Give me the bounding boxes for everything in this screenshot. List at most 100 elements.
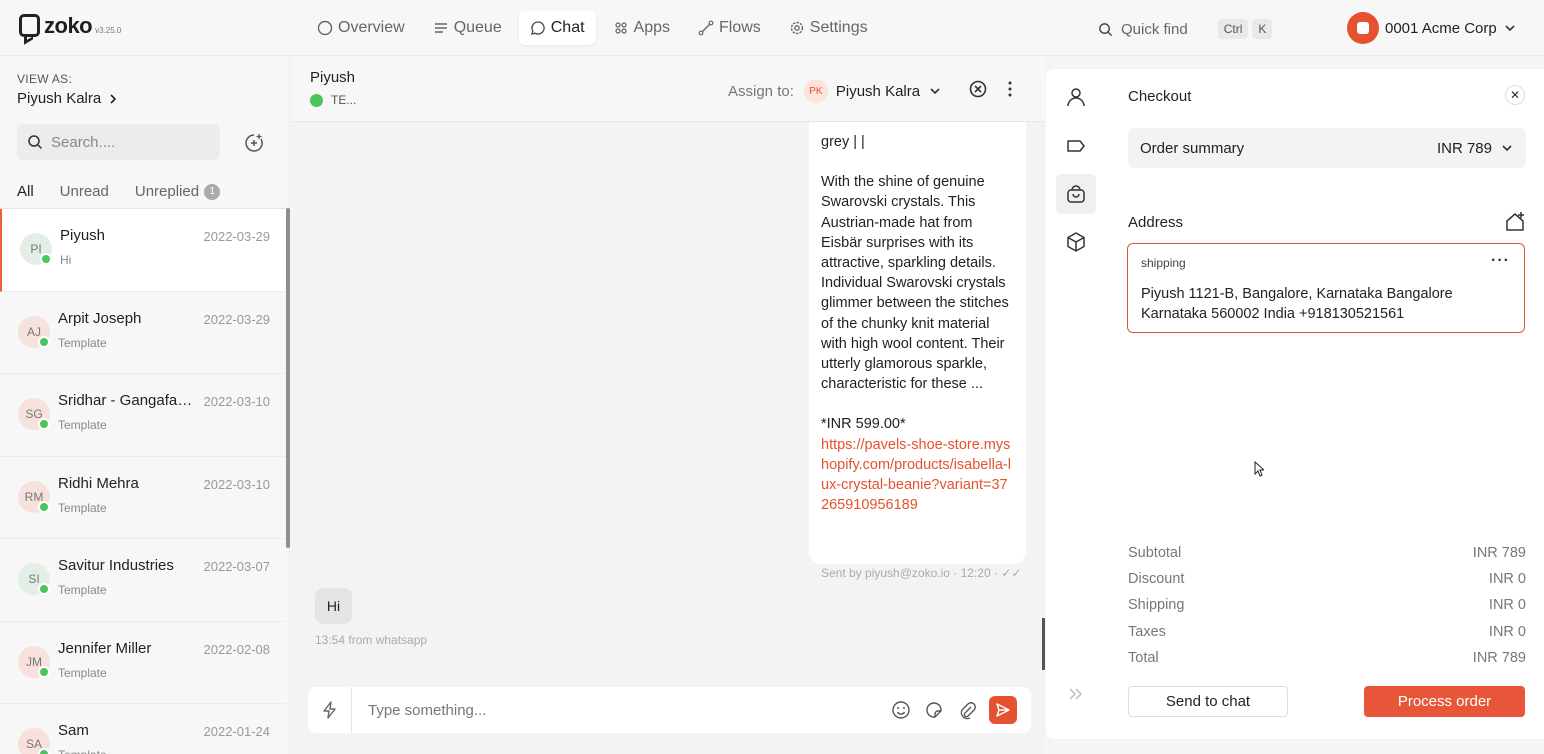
conversation-preview: Template (58, 335, 107, 350)
quick-find[interactable]: Quick find Ctrl K (1090, 14, 1305, 44)
nav-overview[interactable]: Overview (306, 11, 416, 45)
assign-label: Assign to: (728, 82, 794, 100)
nav-label: Chat (550, 19, 585, 36)
assignee-avatar: PK (803, 79, 828, 103)
new-chat-icon[interactable] (243, 132, 265, 154)
total-label: Subtotal (1128, 545, 1182, 561)
conversation-item[interactable]: JM Jennifer Miller 2022-02-08 Template (0, 621, 286, 704)
nav-chat[interactable]: Chat (518, 11, 596, 45)
conversation-date: 2022-01-24 (203, 724, 271, 739)
order-summary-label: Order summary (1140, 139, 1245, 157)
whatsapp-icon (38, 335, 50, 348)
assignee-dropdown[interactable]: PK Piyush Kalra (803, 79, 942, 103)
conversation-name: Arpit Joseph (58, 309, 142, 327)
total-row-taxes: Taxes INR 0 (1128, 624, 1526, 650)
quick-find-label: Quick find (1121, 20, 1188, 38)
nav-flows[interactable]: Flows (687, 11, 772, 45)
tab-label: Unread (59, 183, 109, 200)
chevron-right-icon (110, 93, 117, 104)
address-more-options-icon[interactable]: ··· (1491, 252, 1510, 270)
mouse-cursor-icon (1254, 461, 1264, 477)
checkout-title: Checkout (1128, 88, 1192, 105)
account-avatar (1347, 12, 1379, 44)
main-nav: Overview Queue Chat Apps Flows Settings (306, 11, 879, 45)
total-value: INR 789 (1472, 545, 1526, 561)
chevron-down-icon (930, 88, 940, 95)
chat-scrollbar[interactable] (1042, 618, 1045, 670)
view-as-selector[interactable]: Piyush Kalra (17, 90, 119, 107)
conversation-list-scrollbar[interactable] (286, 208, 290, 548)
tag-icon[interactable] (1056, 126, 1096, 166)
conversation-name: Sam (58, 722, 89, 739)
expand-panel-icon[interactable] (1066, 684, 1086, 704)
sticker-icon[interactable] (923, 699, 945, 721)
conversation-date: 2022-03-29 (203, 229, 271, 244)
conversation-preview: Template (58, 500, 107, 515)
search-input[interactable]: Search.... (17, 124, 220, 160)
conversation-item[interactable]: SI Savitur Industries 2022-03-07 Template (0, 539, 286, 622)
tab-unread[interactable]: Unread (60, 183, 109, 210)
view-as-label: VIEW AS: (17, 72, 73, 86)
order-totals: Subtotal INR 789 Discount INR 0 Shipping INR … (1128, 545, 1526, 676)
conversation-item[interactable]: AJ Arpit Joseph 2022-03-29 Template (0, 291, 286, 374)
total-row-subtotal: Subtotal INR 789 (1128, 545, 1526, 571)
conversation-preview: Template (58, 665, 107, 680)
nav-queue[interactable]: Queue (422, 11, 513, 45)
shortcut-key-k: K (1252, 19, 1273, 39)
send-to-chat-button[interactable]: Send to chat (1128, 686, 1288, 717)
conversation-date: 2022-03-29 (203, 311, 271, 327)
product-link[interactable]: https://pavels-shoe-store.myshopify.com/… (821, 435, 1014, 516)
tab-unreplied[interactable]: Unreplied 1 (135, 183, 221, 210)
nav-label: Flows (719, 19, 761, 36)
gear-icon (790, 21, 803, 35)
view-as-name: Piyush Kalra (17, 90, 102, 107)
chevron-down-icon (1505, 25, 1515, 32)
list-icon (434, 23, 447, 33)
shipping-address-card[interactable]: shipping ··· Piyush 1121-B, Bangalore, K… (1127, 243, 1525, 333)
address-text: Piyush 1121-B, Bangalore, Karnataka Bang… (1141, 286, 1453, 322)
attachment-icon[interactable] (956, 699, 978, 721)
total-label: Taxes (1128, 623, 1166, 640)
search-placeholder: Search.... (51, 133, 116, 151)
whatsapp-icon (40, 253, 52, 265)
message-input[interactable] (352, 701, 890, 719)
incoming-message: Hi (315, 588, 352, 624)
order-summary-dropdown[interactable]: Order summary INR 789 (1128, 128, 1526, 168)
send-button[interactable] (989, 696, 1017, 724)
shopping-bag-icon[interactable] (1056, 174, 1096, 214)
total-value: INR 0 (1488, 571, 1526, 588)
contact-name[interactable]: Piyush (310, 69, 355, 86)
contact-channel: TE... (310, 93, 356, 107)
account-switcher[interactable]: 0001 Acme Corp (1347, 12, 1517, 44)
contact-tag: TE... (331, 93, 357, 107)
order-summary-value: INR 789 (1436, 139, 1492, 157)
message-composer (308, 687, 1031, 733)
total-label: Total (1128, 649, 1159, 666)
conversation-list: PI Piyush 2022-03-29 Hi AJ Arpit Joseph 2022-0… (0, 208, 286, 754)
more-options-icon[interactable] (999, 78, 1021, 100)
conversation-item[interactable]: SGSridhar - Gangafashions2022-03-10Templ… (0, 374, 286, 457)
conversation-item[interactable]: RM Ridhi Mehra 2022-03-10 Template (0, 456, 286, 539)
quick-reply-icon[interactable] (308, 687, 352, 733)
process-order-button[interactable]: Process order (1364, 686, 1525, 717)
emoji-icon[interactable] (890, 699, 912, 721)
tab-all[interactable]: All (9, 183, 42, 210)
package-icon[interactable] (1056, 222, 1096, 262)
conversation-date: 2022-03-10 (203, 476, 271, 492)
address-type: shipping (1141, 256, 1186, 270)
grid-icon (614, 22, 627, 34)
logo-icon (19, 14, 40, 37)
close-chat-icon[interactable] (967, 78, 989, 100)
flow-icon (698, 20, 714, 36)
close-icon[interactable]: ✕ (1505, 85, 1525, 105)
conversation-item[interactable]: SASam2022-01-24Template (0, 704, 286, 754)
contact-profile-icon[interactable] (1056, 77, 1096, 117)
add-address-icon[interactable] (1504, 211, 1526, 233)
conversation-name: Sridhar - Gangafashions (58, 392, 198, 409)
total-label: Discount (1128, 571, 1185, 588)
conversation-item[interactable]: PI Piyush 2022-03-29 Hi (0, 209, 286, 292)
zoko-logo[interactable]: zoko v3.25.0 (19, 14, 121, 37)
nav-settings[interactable]: Settings (778, 11, 879, 45)
nav-label: Queue (453, 19, 502, 36)
nav-apps[interactable]: Apps (602, 11, 681, 45)
